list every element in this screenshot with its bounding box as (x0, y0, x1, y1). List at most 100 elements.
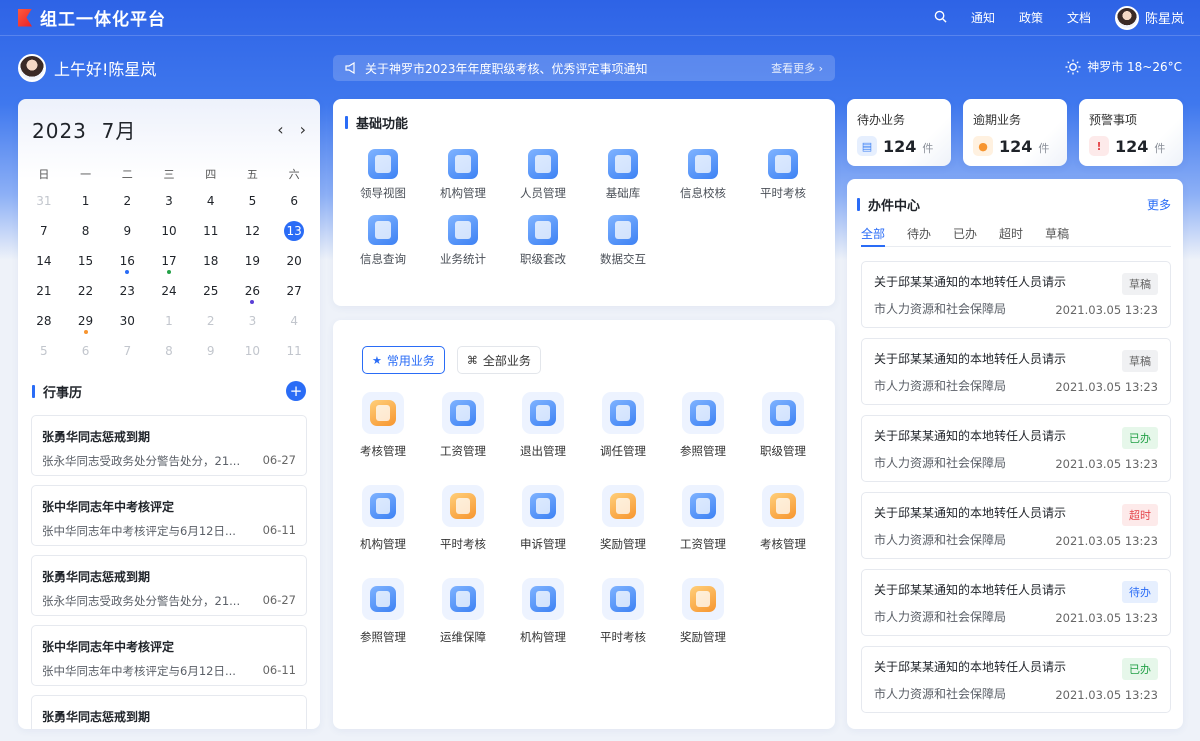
calendar-day[interactable]: 20 (273, 246, 315, 276)
calendar-day[interactable]: 4 (273, 306, 315, 336)
calendar-day[interactable]: 10 (148, 216, 190, 246)
prev-month-icon[interactable]: ‹ (277, 120, 283, 139)
business-item[interactable]: 机构管理 (503, 578, 583, 645)
calendar-day[interactable]: 21 (23, 276, 65, 306)
calendar-day[interactable]: 24 (148, 276, 190, 306)
stat-card[interactable]: 逾期业务 ● 124 件 (963, 99, 1067, 166)
business-item[interactable]: 运维保障 (423, 578, 503, 645)
schedule-item[interactable]: 张中华同志年中考核评定 张中华同志年中考核评定与6月12日... 06-11 (31, 485, 307, 546)
calendar-day[interactable]: 11 (273, 336, 315, 366)
business-item[interactable]: 奖励管理 (663, 578, 743, 645)
calendar-day[interactable]: 2 (190, 306, 232, 336)
business-item[interactable]: 退出管理 (503, 392, 583, 459)
calendar-day[interactable]: 26 (232, 276, 274, 306)
office-more-link[interactable]: 更多 (1147, 196, 1171, 213)
business-item[interactable]: 考核管理 (343, 392, 423, 459)
business-item[interactable]: 调任管理 (583, 392, 663, 459)
calendar-day[interactable]: 13 (273, 216, 315, 246)
calendar-day[interactable]: 25 (190, 276, 232, 306)
nav-notify[interactable]: 通知 (971, 9, 995, 26)
business-item[interactable]: 申诉管理 (503, 485, 583, 552)
calendar-day[interactable]: 11 (190, 216, 232, 246)
calendar-day[interactable]: 5 (23, 336, 65, 366)
calendar-day[interactable]: 23 (106, 276, 148, 306)
business-item[interactable]: 平时考核 (583, 578, 663, 645)
calendar-day[interactable]: 6 (273, 186, 315, 216)
calendar-day[interactable]: 7 (23, 216, 65, 246)
basic-function-item[interactable]: 平时考核 (743, 149, 823, 201)
calendar-day[interactable]: 6 (65, 336, 107, 366)
basic-function-item[interactable]: 人员管理 (503, 149, 583, 201)
schedule-item[interactable]: 张勇华同志惩戒到期 张永华同志受政务处分警告处分，21... 06-27 (31, 415, 307, 476)
office-tab[interactable]: 待办 (907, 225, 931, 246)
search-icon[interactable] (934, 10, 947, 26)
calendar-day[interactable]: 29 (65, 306, 107, 336)
calendar-day[interactable]: 3 (148, 186, 190, 216)
calendar-day[interactable]: 27 (273, 276, 315, 306)
business-item[interactable]: 职级管理 (743, 392, 823, 459)
office-tab[interactable]: 超时 (999, 225, 1023, 246)
basic-function-item[interactable]: 信息查询 (343, 215, 423, 267)
business-item[interactable]: 考核管理 (743, 485, 823, 552)
user-menu[interactable]: 陈星岚 (1114, 5, 1184, 30)
basic-function-item[interactable]: 业务统计 (423, 215, 503, 267)
business-item[interactable]: 机构管理 (343, 485, 423, 552)
nav-docs[interactable]: 文档 (1067, 9, 1091, 26)
calendar-day[interactable]: 8 (148, 336, 190, 366)
calendar-day[interactable]: 9 (106, 216, 148, 246)
calendar-day[interactable]: 3 (232, 306, 274, 336)
calendar-day[interactable]: 19 (232, 246, 274, 276)
notice-bar[interactable]: 关于神罗市2023年年度职级考核、优秀评定事项通知 查看更多 › (333, 55, 835, 81)
schedule-item[interactable]: 张勇华同志惩戒到期 (31, 695, 307, 729)
tab-all-business[interactable]: ⌘ 全部业务 (456, 346, 541, 374)
business-item[interactable]: 平时考核 (423, 485, 503, 552)
notice-more-link[interactable]: 查看更多 › (771, 60, 823, 76)
calendar-day[interactable]: 10 (232, 336, 274, 366)
calendar-day[interactable]: 7 (106, 336, 148, 366)
calendar-day[interactable]: 17 (148, 246, 190, 276)
office-item[interactable]: 关于邱某某通知的本地转任人员请示 市人力资源和社会保障局 2021.03.05 13… (861, 415, 1171, 482)
calendar-day[interactable]: 1 (65, 186, 107, 216)
basic-function-item[interactable]: 信息校核 (663, 149, 743, 201)
office-item[interactable]: 关于邱某某通知的本地转任人员请示 市人力资源和社会保障局 2021.03.05 13… (861, 338, 1171, 405)
tab-common-business[interactable]: ★ 常用业务 (362, 346, 445, 374)
calendar-day[interactable]: 9 (190, 336, 232, 366)
calendar-day[interactable]: 15 (65, 246, 107, 276)
basic-function-item[interactable]: 基础库 (583, 149, 663, 201)
basic-function-item[interactable]: 职级套改 (503, 215, 583, 267)
business-item[interactable]: 工资管理 (423, 392, 503, 459)
calendar-day[interactable]: 4 (190, 186, 232, 216)
office-item[interactable]: 关于邱某某通知的本地转任人员请示 市人力资源和社会保障局 2021.03.05 13… (861, 261, 1171, 328)
office-tab[interactable]: 已办 (953, 225, 977, 246)
business-item[interactable]: 参照管理 (663, 392, 743, 459)
nav-policy[interactable]: 政策 (1019, 9, 1043, 26)
calendar-day[interactable]: 2 (106, 186, 148, 216)
office-tab[interactable]: 草稿 (1045, 225, 1069, 246)
calendar-day[interactable]: 5 (232, 186, 274, 216)
office-item[interactable]: 关于邱某某通知的本地转任人员请示 市人力资源和社会保障局 2021.03.05 13… (861, 569, 1171, 636)
stat-card[interactable]: 待办业务 ▤ 124 件 (847, 99, 951, 166)
calendar-day[interactable]: 12 (232, 216, 274, 246)
basic-function-item[interactable]: 机构管理 (423, 149, 503, 201)
calendar-day[interactable]: 1 (148, 306, 190, 336)
schedule-item[interactable]: 张中华同志年中考核评定 张中华同志年中考核评定与6月12日... 06-11 (31, 625, 307, 686)
next-month-icon[interactable]: › (300, 120, 306, 139)
calendar-day[interactable]: 28 (23, 306, 65, 336)
calendar-day[interactable]: 8 (65, 216, 107, 246)
calendar-day[interactable]: 14 (23, 246, 65, 276)
office-item[interactable]: 关于邱某某通知的本地转任人员请示 市人力资源和社会保障局 2021.03.05 13… (861, 646, 1171, 713)
business-item[interactable]: 奖励管理 (583, 485, 663, 552)
basic-function-item[interactable]: 数据交互 (583, 215, 663, 267)
calendar-day[interactable]: 18 (190, 246, 232, 276)
business-item[interactable]: 工资管理 (663, 485, 743, 552)
add-schedule-button[interactable]: + (286, 381, 306, 401)
calendar-day[interactable]: 31 (23, 186, 65, 216)
calendar-day[interactable]: 30 (106, 306, 148, 336)
basic-function-item[interactable]: 领导视图 (343, 149, 423, 201)
calendar-day[interactable]: 16 (106, 246, 148, 276)
calendar-day[interactable]: 22 (65, 276, 107, 306)
business-item[interactable]: 参照管理 (343, 578, 423, 645)
office-item[interactable]: 关于邱某某通知的本地转任人员请示 市人力资源和社会保障局 2021.03.05 13… (861, 492, 1171, 559)
office-tab[interactable]: 全部 (861, 225, 886, 247)
schedule-item[interactable]: 张勇华同志惩戒到期 张永华同志受政务处分警告处分，21... 06-27 (31, 555, 307, 616)
